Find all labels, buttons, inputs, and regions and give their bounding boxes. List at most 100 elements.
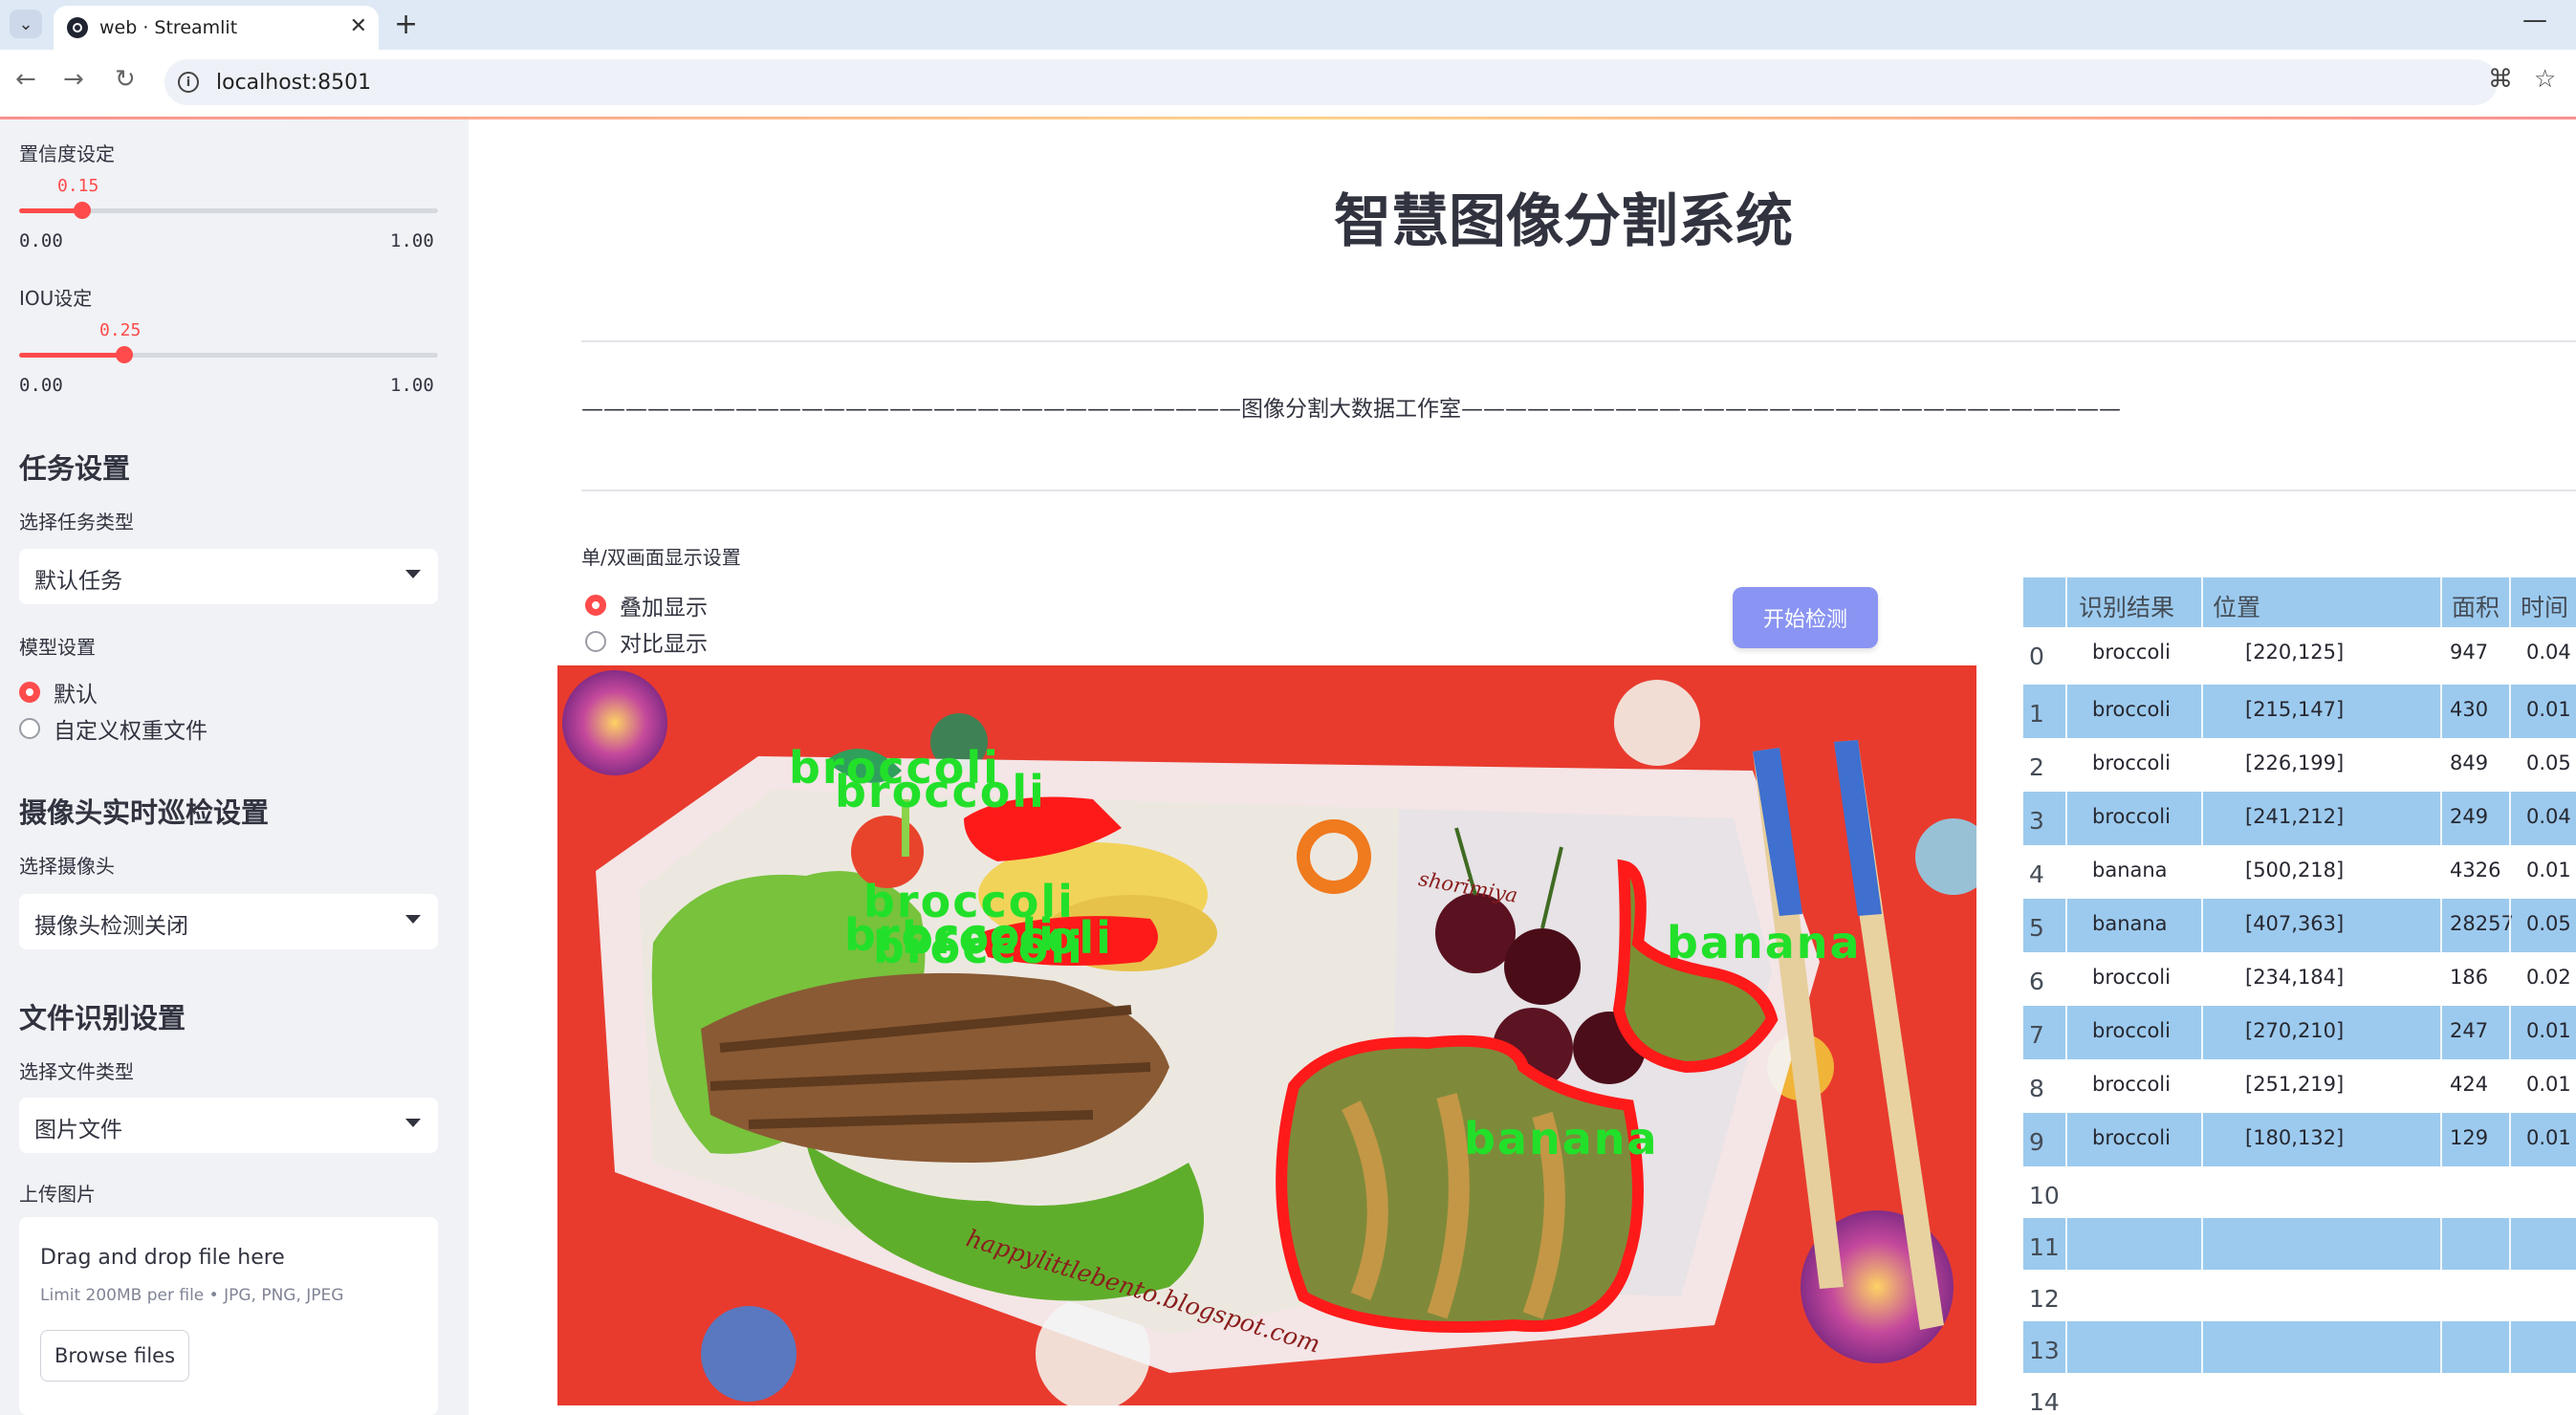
file-type-select[interactable]: 图片文件 bbox=[19, 1098, 438, 1153]
table-cell-label: broccoli bbox=[2092, 698, 2171, 721]
reload-icon[interactable]: ↻ bbox=[115, 65, 136, 94]
camera-select[interactable]: 摄像头检测关闭 bbox=[19, 894, 438, 949]
task-type-value: 默认任务 bbox=[34, 569, 122, 594]
table-cell-time: 0.05 bbox=[2526, 751, 2571, 774]
task-settings-header: 任务设置 bbox=[19, 452, 131, 485]
close-tab-icon[interactable]: ✕ bbox=[350, 14, 367, 38]
table-row[interactable]: 11 bbox=[2023, 1218, 2576, 1272]
table-row[interactable]: 4 banana [500,218] 4326 0.01 bbox=[2023, 845, 2576, 899]
browse-files-button[interactable]: Browse files bbox=[40, 1330, 189, 1382]
model-option-default[interactable]: 默认 bbox=[19, 676, 98, 708]
table-cell-pos: [251,219] bbox=[2245, 1073, 2345, 1096]
column-header[interactable]: 识别结果 bbox=[2079, 589, 2174, 623]
table-cell-area: 424 bbox=[2450, 1073, 2489, 1096]
task-type-select[interactable]: 默认任务 bbox=[19, 549, 438, 604]
table-row[interactable]: 3 broccoli [241,212] 249 0.04 bbox=[2023, 792, 2576, 845]
camera-select-label: 选择摄像头 bbox=[19, 855, 115, 878]
minimize-window-icon[interactable]: — bbox=[2522, 6, 2547, 34]
table-row[interactable]: 0 broccoli [220,125] 947 0.04 bbox=[2023, 627, 2576, 681]
table-row[interactable]: 1 broccoli [215,147] 430 0.01 bbox=[2023, 685, 2576, 738]
chevron-down-icon bbox=[405, 570, 421, 578]
column-divider bbox=[2509, 577, 2511, 1415]
tab-title: web · Streamlit bbox=[99, 17, 238, 38]
row-index: 12 bbox=[2029, 1285, 2060, 1313]
url-field[interactable]: i localhost:8501 bbox=[164, 59, 2498, 105]
table-row[interactable]: 9 broccoli [180,132] 129 0.01 bbox=[2023, 1113, 2576, 1166]
iou-slider[interactable] bbox=[19, 346, 438, 363]
row-index: 7 bbox=[2029, 1021, 2044, 1049]
url-text: localhost:8501 bbox=[216, 70, 372, 95]
confidence-slider-fill bbox=[19, 208, 82, 213]
streamlit-favicon-icon bbox=[67, 17, 88, 38]
upload-limit-text: Limit 200MB per file • JPG, PNG, JPEG bbox=[40, 1286, 344, 1305]
model-option-custom[interactable]: 自定义权重文件 bbox=[19, 712, 207, 745]
translate-icon[interactable]: ⌘ bbox=[2488, 65, 2513, 94]
table-cell-pos: [215,147] bbox=[2245, 698, 2345, 721]
table-cell-area: 947 bbox=[2450, 641, 2489, 664]
bookmark-star-icon[interactable]: ☆ bbox=[2534, 65, 2556, 94]
confidence-slider-thumb[interactable] bbox=[73, 202, 91, 219]
table-row[interactable]: 8 broccoli [251,219] 424 0.01 bbox=[2023, 1059, 2576, 1113]
table-cell-pos: [234,184] bbox=[2245, 966, 2345, 989]
table-cell-pos: [180,132] bbox=[2245, 1126, 2345, 1149]
model-option-label: 默认 bbox=[54, 683, 98, 708]
iou-min: 0.00 bbox=[19, 375, 63, 396]
radio-selected-icon[interactable] bbox=[585, 595, 606, 616]
address-bar: ← → ↻ i localhost:8501 ⌘ ☆ bbox=[0, 50, 2576, 118]
file-type-value: 图片文件 bbox=[34, 1118, 122, 1143]
display-mode-label: 单/双画面显示设置 bbox=[581, 546, 741, 569]
column-divider bbox=[2065, 577, 2067, 1415]
confidence-label: 置信度设定 bbox=[19, 142, 115, 165]
table-row[interactable]: 12 bbox=[2023, 1270, 2576, 1323]
file-uploader-dropzone[interactable]: Drag and drop file here Limit 200MB per … bbox=[19, 1217, 438, 1415]
table-cell-area: 28257 bbox=[2450, 912, 2514, 935]
table-row[interactable]: 7 broccoli [270,210] 247 0.01 bbox=[2023, 1006, 2576, 1059]
table-cell-time: 0.01 bbox=[2526, 1126, 2571, 1149]
mask-label: broccoli bbox=[835, 766, 1046, 817]
chevron-down-icon bbox=[405, 915, 421, 924]
table-cell-label: broccoli bbox=[2092, 1126, 2171, 1149]
table-row[interactable]: 10 bbox=[2023, 1166, 2576, 1220]
back-arrow-icon[interactable]: ← bbox=[15, 65, 36, 94]
tab-search-chevron-icon[interactable]: ⌄ bbox=[10, 10, 42, 38]
radio-unselected-icon[interactable] bbox=[585, 631, 606, 652]
confidence-slider[interactable] bbox=[19, 202, 438, 219]
column-header[interactable]: 时间 bbox=[2521, 589, 2568, 623]
start-detection-button[interactable]: 开始检测 bbox=[1733, 587, 1878, 648]
forward-arrow-icon[interactable]: → bbox=[63, 65, 84, 94]
row-index: 0 bbox=[2029, 642, 2044, 670]
mask-label: banana bbox=[1464, 1113, 1659, 1165]
row-index: 13 bbox=[2029, 1337, 2060, 1364]
iou-max: 1.00 bbox=[390, 375, 434, 396]
results-table[interactable]: 识别结果 位置 面积 时间 0 broccoli [220,125] 947 0.04 1… bbox=[2023, 577, 2576, 1415]
divider bbox=[581, 340, 2576, 342]
display-option-overlay[interactable]: 叠加显示 bbox=[585, 589, 708, 621]
table-cell-pos: [241,212] bbox=[2245, 805, 2345, 828]
row-index: 4 bbox=[2029, 860, 2044, 888]
table-cell-pos: [407,363] bbox=[2245, 912, 2345, 935]
site-info-icon[interactable]: i bbox=[178, 72, 199, 93]
table-row[interactable]: 6 broccoli [234,184] 186 0.02 bbox=[2023, 952, 2576, 1006]
table-row[interactable]: 2 broccoli [226,199] 849 0.05 bbox=[2023, 738, 2576, 792]
confidence-min: 0.00 bbox=[19, 230, 63, 251]
radio-selected-icon[interactable] bbox=[19, 682, 40, 703]
radio-unselected-icon[interactable] bbox=[19, 718, 40, 739]
column-header[interactable]: 面积 bbox=[2452, 589, 2500, 623]
mask-label: banana bbox=[1667, 917, 1862, 969]
camera-settings-header: 摄像头实时巡检设置 bbox=[19, 796, 270, 829]
new-tab-plus-icon[interactable]: + bbox=[394, 8, 418, 41]
row-index: 14 bbox=[2029, 1388, 2060, 1415]
table-row[interactable]: 14 bbox=[2023, 1373, 2576, 1415]
table-cell-area: 430 bbox=[2450, 698, 2489, 721]
display-option-compare[interactable]: 对比显示 bbox=[585, 625, 708, 658]
display-option-label: 对比显示 bbox=[620, 632, 708, 657]
table-row[interactable]: 5 banana [407,363] 28257 0.05 bbox=[2023, 899, 2576, 952]
table-cell-pos: [220,125] bbox=[2245, 641, 2345, 664]
row-index: 11 bbox=[2029, 1233, 2060, 1261]
column-header[interactable]: 位置 bbox=[2213, 589, 2260, 623]
chevron-down-icon bbox=[405, 1119, 421, 1127]
browser-tab[interactable]: web · Streamlit ✕ bbox=[54, 6, 379, 50]
iou-slider-thumb[interactable] bbox=[115, 346, 133, 363]
table-row[interactable]: 13 bbox=[2023, 1321, 2576, 1375]
camera-select-value: 摄像头检测关闭 bbox=[34, 914, 188, 939]
